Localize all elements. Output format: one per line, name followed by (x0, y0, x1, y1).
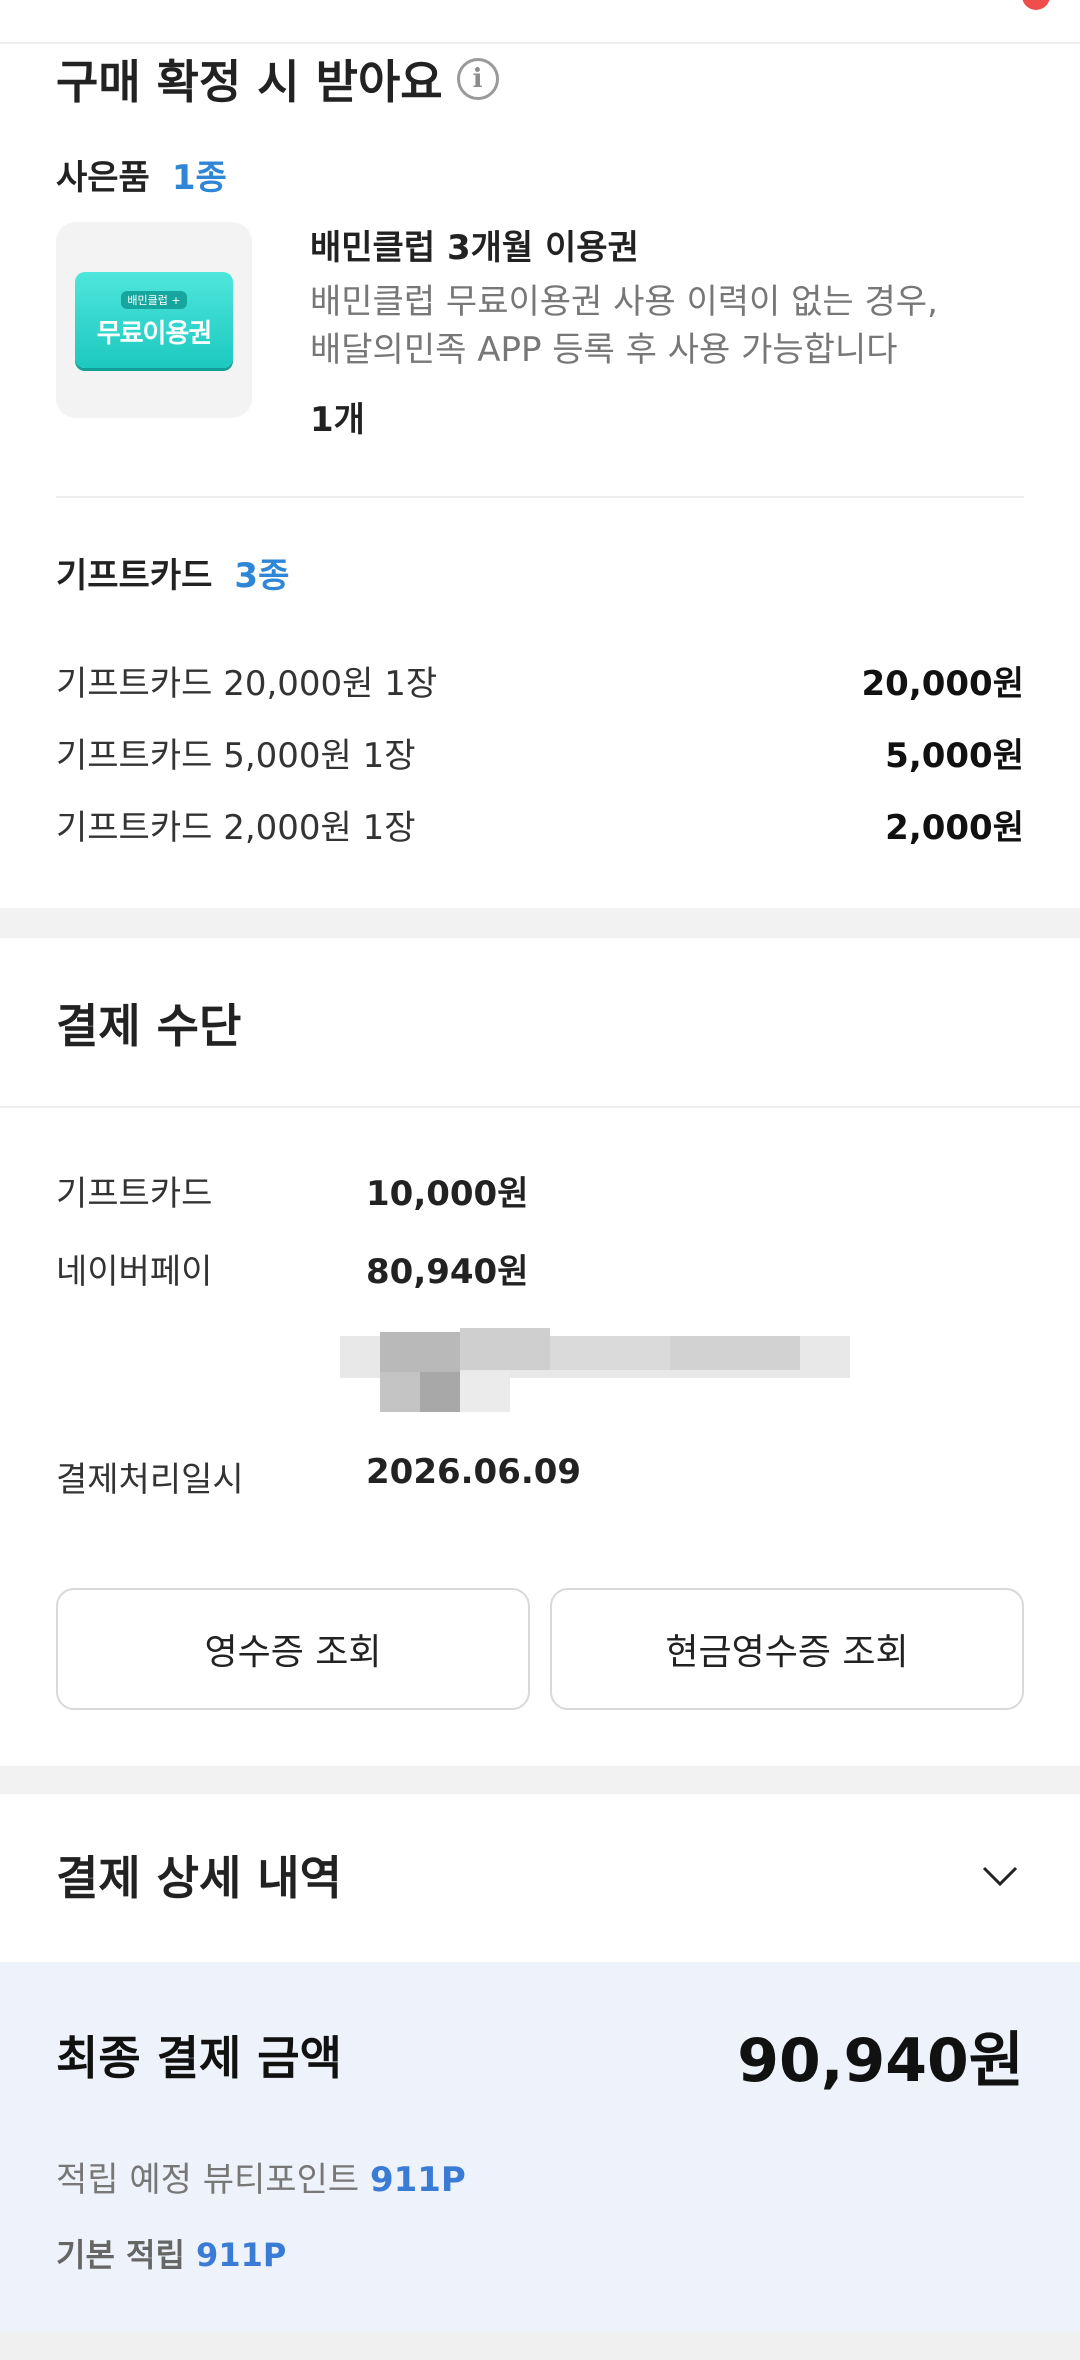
info-icon[interactable]: i (456, 58, 499, 100)
gift-count: 1종 (171, 158, 227, 198)
gift-desc-line2: 배달의민족 APP 등록 후 사용 가능합니다 (310, 330, 898, 370)
payment-date-row: 결제처리일시 2026.06.09 (56, 1452, 581, 1501)
payment-row: 기프트카드 10,000원 (56, 1166, 528, 1215)
final-amount-value: 90,940원 (737, 2026, 1024, 2096)
giftcard-row: 기프트카드 5,000원 1장 5,000원 (56, 728, 1024, 777)
gift-label: 사은품 (56, 158, 150, 198)
giftcard-name: 기프트카드 5,000원 1장 (56, 736, 416, 776)
gift-divider (56, 496, 1024, 498)
basic-points: 기본 적립 911P (56, 2230, 286, 2276)
basic-points-label: 기본 적립 (56, 2236, 185, 2274)
expected-points: 적립 예정 뷰티포인트 911P (56, 2152, 466, 2201)
notification-dot (1022, 0, 1050, 10)
giftcard-count: 3종 (234, 556, 290, 596)
gift-header: 사은품 1종 (56, 150, 227, 199)
payment-method-amount: 80,940원 (366, 1252, 529, 1292)
rewards-section-title: 구매 확정 시 받아요 i (56, 44, 499, 114)
basic-points-value: 911P (196, 2236, 287, 2274)
giftcard-header: 기프트카드 3종 (56, 548, 289, 597)
giftcard-name: 기프트카드 20,000원 1장 (56, 664, 438, 704)
giftcard-amount: 2,000원 (885, 808, 1024, 848)
chevron-down-icon[interactable] (980, 1856, 1020, 1896)
redacted-card-info (340, 1322, 850, 1416)
gift-name: 배민클럽 3개월 이용권 (310, 228, 639, 268)
payment-date-value: 2026.06.09 (366, 1452, 582, 1492)
payment-date-label: 결제처리일시 (56, 1460, 244, 1500)
rewards-title-text: 구매 확정 시 받아요 (56, 55, 443, 109)
cash-receipt-button[interactable]: 현금영수증 조회 (550, 1588, 1024, 1710)
expected-points-label: 적립 예정 뷰티포인트 (56, 2160, 360, 2200)
ticket-brand-text: 배민클럽 + (121, 290, 187, 309)
payment-method-amount: 10,000원 (366, 1174, 529, 1214)
receipt-button[interactable]: 영수증 조회 (56, 1588, 530, 1710)
top-divider (0, 0, 1080, 44)
payment-method-label: 네이버페이 (56, 1252, 213, 1292)
payment-detail-title[interactable]: 결제 상세 내역 (56, 1842, 342, 1908)
giftcard-name: 기프트카드 2,000원 1장 (56, 808, 416, 848)
giftcard-amount: 20,000원 (861, 664, 1024, 704)
final-amount-label: 최종 결제 금액 (56, 2031, 342, 2085)
ticket-main-text: 무료이용권 (96, 318, 213, 349)
section-gap (0, 908, 1080, 938)
giftcard-row: 기프트카드 20,000원 1장 20,000원 (56, 656, 1024, 705)
bottom-gap (0, 2332, 1080, 2360)
payment-row: 네이버페이 80,940원 (56, 1244, 528, 1293)
gift-description: 배민클럽 무료이용권 사용 이력이 없는 경우, 배달의민족 APP 등록 후 … (310, 278, 1030, 374)
section-gap (0, 1766, 1080, 1794)
gift-desc-line1: 배민클럽 무료이용권 사용 이력이 없는 경우, (310, 282, 938, 322)
giftcard-row: 기프트카드 2,000원 1장 2,000원 (56, 800, 1024, 849)
payment-divider (0, 1106, 1080, 1108)
payment-section-title: 결제 수단 (56, 999, 242, 1053)
payment-method-label: 기프트카드 (56, 1174, 213, 1214)
expected-points-value: 911P (369, 2160, 466, 2200)
gift-thumbnail: 배민클럽 + 무료이용권 (56, 222, 252, 418)
giftcard-label: 기프트카드 (56, 556, 213, 596)
ticket-image: 배민클럽 + 무료이용권 (75, 272, 233, 368)
giftcard-amount: 5,000원 (885, 736, 1024, 776)
gift-quantity: 1개 (310, 400, 365, 440)
